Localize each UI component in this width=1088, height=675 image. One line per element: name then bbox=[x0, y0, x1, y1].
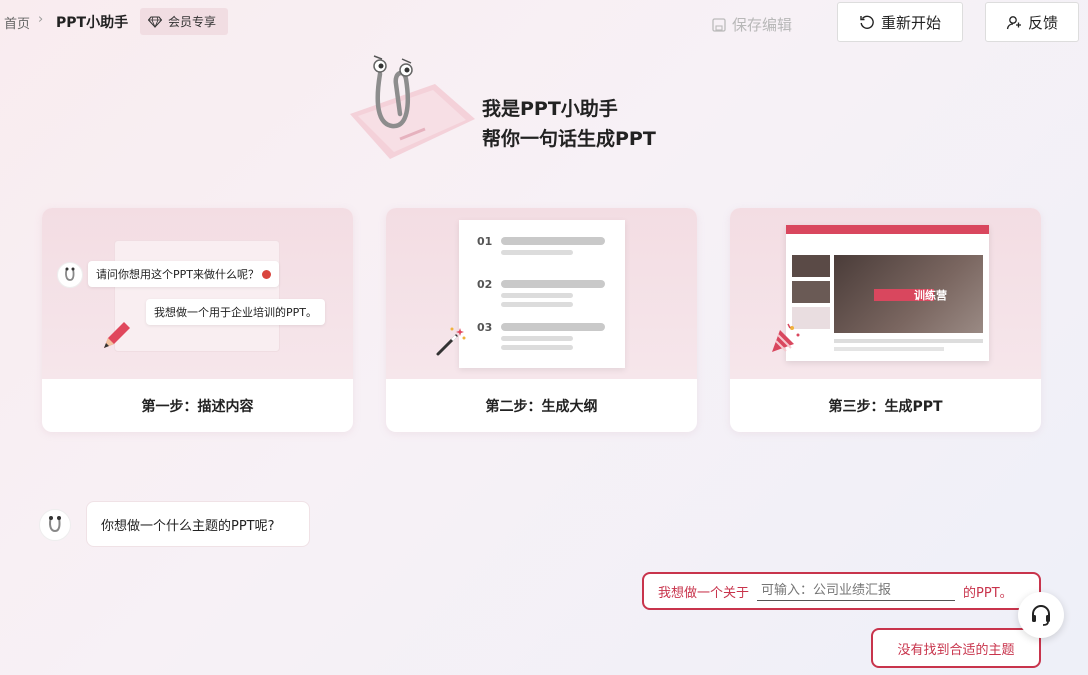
topic-input-box[interactable]: 我想做一个关于 的PPT。 bbox=[642, 572, 1041, 610]
example-answer-bubble: 我想做一个用于企业培训的PPT。 bbox=[146, 299, 325, 325]
save-label: 保存编辑 bbox=[732, 16, 793, 34]
breadcrumb-current: PPT小助手 bbox=[56, 15, 129, 31]
refresh-icon bbox=[860, 15, 874, 29]
slide-preview: 训练营 bbox=[786, 225, 989, 361]
step-3-label: 第三步：生成PPT bbox=[828, 398, 943, 415]
step-card-outline[interactable]: 01 02 03 第二步：生成大纲 bbox=[386, 208, 697, 432]
paperclip-mascot-illustration bbox=[350, 55, 475, 159]
bot-avatar bbox=[39, 509, 71, 541]
restart-button[interactable]: 重新开始 bbox=[837, 2, 963, 42]
step-1-illustration: 请问你想用这个PPT来做什么呢？ 我想做一个用于企业培训的PPT。 bbox=[42, 208, 353, 379]
no-suitable-topic-label: 没有找到合适的主题 bbox=[897, 642, 1015, 658]
top-bar: 首页 › PPT小助手 会员专享 保存编辑 重新开始 反馈 bbox=[0, 0, 1088, 44]
feedback-label: 反馈 bbox=[1027, 13, 1058, 32]
restart-label: 重新开始 bbox=[880, 13, 941, 32]
bot-question-bubble: 你想做一个什么主题的PPT呢? bbox=[86, 501, 310, 547]
headset-icon bbox=[1032, 605, 1050, 626]
topic-input[interactable] bbox=[757, 581, 956, 601]
pencil-icon bbox=[104, 322, 130, 348]
step-3-illustration: 训练营 bbox=[730, 208, 1041, 379]
input-prefix: 我想做一个关于 bbox=[658, 585, 750, 601]
save-button[interactable]: 保存编辑 bbox=[712, 14, 792, 35]
party-popper-icon bbox=[772, 323, 800, 352]
breadcrumb-home[interactable]: 首页 bbox=[4, 13, 30, 32]
outline-number-2: 02 bbox=[477, 278, 493, 291]
feedback-user-icon bbox=[1006, 16, 1021, 30]
example-question-bubble: 请问你想用这个PPT来做什么呢？ bbox=[88, 261, 279, 287]
step-card-describe[interactable]: 请问你想用这个PPT来做什么呢？ 我想做一个用于企业培训的PPT。 第一步：描述… bbox=[42, 208, 353, 432]
paperclip-icon bbox=[49, 516, 61, 533]
paperclip-icon bbox=[65, 267, 75, 281]
hero-line-2: 帮你一句话生成PPT bbox=[482, 128, 656, 150]
bot-avatar-small bbox=[57, 262, 83, 288]
diamond-icon bbox=[148, 15, 162, 28]
tomato-icon bbox=[262, 269, 271, 279]
vip-badge[interactable]: 会员专享 bbox=[140, 8, 228, 35]
vip-label: 会员专享 bbox=[168, 15, 217, 29]
magic-wand-icon bbox=[436, 327, 466, 356]
outline-paper: 01 02 03 bbox=[459, 220, 625, 368]
breadcrumb-separator: › bbox=[38, 12, 44, 27]
example-answer-text: 我想做一个用于企业培训的PPT。 bbox=[154, 306, 317, 319]
floppy-disk-icon bbox=[712, 17, 726, 32]
input-suffix: 的PPT。 bbox=[963, 585, 1013, 601]
hero-title: 我是PPT小助手 帮你一句话生成PPT bbox=[482, 94, 656, 154]
hero-line-1: 我是PPT小助手 bbox=[482, 98, 618, 120]
customer-service-button[interactable] bbox=[1018, 592, 1064, 638]
feedback-button[interactable]: 反馈 bbox=[985, 2, 1079, 42]
step-2-illustration: 01 02 03 bbox=[386, 208, 697, 379]
example-question-text: 请问你想用这个PPT来做什么呢？ bbox=[96, 268, 259, 281]
outline-number-3: 03 bbox=[477, 321, 493, 334]
bot-question-text: 你想做一个什么主题的PPT呢? bbox=[101, 518, 275, 534]
step-card-generate[interactable]: 训练营 第三步：生成PPT bbox=[730, 208, 1041, 432]
step-1-label: 第一步：描述内容 bbox=[141, 398, 254, 415]
slide-title: 训练营 bbox=[914, 289, 947, 302]
slide-hero-image: 训练营 bbox=[834, 255, 983, 333]
no-suitable-topic-button[interactable]: 没有找到合适的主题 bbox=[871, 628, 1041, 668]
outline-number-1: 01 bbox=[477, 235, 493, 248]
step-2-label: 第二步：生成大纲 bbox=[485, 398, 598, 415]
